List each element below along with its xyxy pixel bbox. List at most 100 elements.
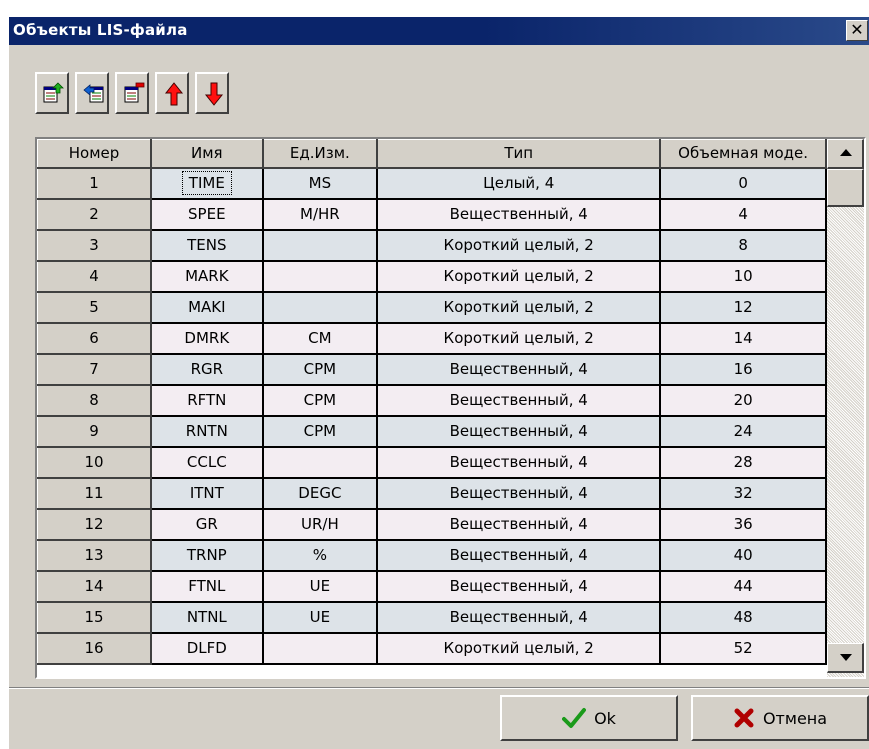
cell-volume-model[interactable]: 28	[660, 446, 827, 479]
cell-unit[interactable]: DEGC	[262, 477, 379, 510]
cell-number[interactable]: 11	[37, 477, 153, 510]
add-object-button[interactable]	[35, 72, 69, 114]
table-row[interactable]: 2 SPEE M/HR Вещественный, 4 4	[37, 198, 827, 231]
cell-number[interactable]: 15	[37, 601, 153, 634]
objects-grid[interactable]: Номер Имя Ед.Изм. Тип Объемная моде. 1 TI…	[35, 137, 866, 679]
cell-volume-model[interactable]: 0	[660, 167, 827, 200]
cell-type[interactable]: Вещественный, 4	[377, 353, 662, 386]
cell-number[interactable]: 1	[37, 167, 153, 200]
cell-unit[interactable]: UE	[262, 570, 379, 603]
cell-unit[interactable]	[262, 260, 379, 293]
cell-number[interactable]: 6	[37, 322, 153, 355]
cell-type[interactable]: Короткий целый, 2	[377, 260, 662, 293]
cell-unit[interactable]: UE	[262, 601, 379, 634]
cell-volume-model[interactable]: 36	[660, 508, 827, 541]
cell-volume-model[interactable]: 48	[660, 601, 827, 634]
table-row[interactable]: 15 NTNL UE Вещественный, 4 48	[37, 601, 827, 634]
table-row[interactable]: 16 DLFD Короткий целый, 2 52	[37, 632, 827, 665]
table-row[interactable]: 9 RNTN CPM Вещественный, 4 24	[37, 415, 827, 448]
title-bar[interactable]: Объекты LIS-файла ✕	[9, 17, 869, 45]
cell-number[interactable]: 12	[37, 508, 153, 541]
cell-unit[interactable]: M/HR	[262, 198, 379, 231]
cell-name[interactable]: MARK	[151, 260, 264, 293]
cell-type[interactable]: Вещественный, 4	[377, 601, 662, 634]
column-header-name[interactable]: Имя	[150, 139, 264, 169]
cell-unit[interactable]: CM	[262, 322, 379, 355]
cell-volume-model[interactable]: 8	[660, 229, 827, 262]
close-button[interactable]: ✕	[846, 20, 868, 41]
cell-name[interactable]: TENS	[151, 229, 264, 262]
cell-type[interactable]: Короткий целый, 2	[377, 322, 662, 355]
cell-volume-model[interactable]: 14	[660, 322, 827, 355]
cell-name[interactable]: RNTN	[151, 415, 264, 448]
scroll-thumb[interactable]	[827, 169, 864, 207]
table-row[interactable]: 1 TIME MS Целый, 4 0	[37, 167, 827, 200]
cell-unit[interactable]: %	[262, 539, 379, 572]
cell-volume-model[interactable]: 20	[660, 384, 827, 417]
cell-volume-model[interactable]: 44	[660, 570, 827, 603]
vertical-scrollbar[interactable]	[827, 139, 864, 677]
cell-name[interactable]: DMRK	[151, 322, 264, 355]
copy-object-button[interactable]	[75, 72, 109, 114]
table-row[interactable]: 7 RGR CPM Вещественный, 4 16	[37, 353, 827, 386]
table-row[interactable]: 4 MARK Короткий целый, 2 10	[37, 260, 827, 293]
cell-type[interactable]: Вещественный, 4	[377, 384, 662, 417]
cell-volume-model[interactable]: 12	[660, 291, 827, 324]
cell-unit[interactable]	[262, 632, 379, 665]
cell-unit[interactable]: CPM	[262, 415, 379, 448]
cell-name[interactable]: ITNT	[151, 477, 264, 510]
cell-name[interactable]: CCLC	[151, 446, 264, 479]
delete-object-button[interactable]	[115, 72, 149, 114]
cell-type[interactable]: Вещественный, 4	[377, 508, 662, 541]
cell-name[interactable]: RGR	[151, 353, 264, 386]
cell-unit[interactable]	[262, 291, 379, 324]
table-row[interactable]: 13 TRNP% Вещественный, 4 40	[37, 539, 827, 572]
cell-number[interactable]: 5	[37, 291, 153, 324]
cell-number[interactable]: 10	[37, 446, 153, 479]
cell-volume-model[interactable]: 4	[660, 198, 827, 231]
cell-name[interactable]: DLFD	[151, 632, 264, 665]
cell-number[interactable]: 2	[37, 198, 153, 231]
cell-type[interactable]: Вещественный, 4	[377, 477, 662, 510]
table-row[interactable]: 12 GR UR/H Вещественный, 4 36	[37, 508, 827, 541]
table-row[interactable]: 6 DMRK CM Короткий целый, 2 14	[37, 322, 827, 355]
cell-name[interactable]: TRNP	[151, 539, 264, 572]
cell-number[interactable]: 7	[37, 353, 153, 386]
scroll-down-button[interactable]	[827, 643, 864, 673]
cell-number[interactable]: 8	[37, 384, 153, 417]
move-up-button[interactable]	[155, 72, 189, 114]
cell-number[interactable]: 3	[37, 229, 153, 262]
cancel-button[interactable]: Отмена	[691, 695, 869, 741]
ok-button[interactable]: Ok	[500, 695, 678, 741]
cell-type[interactable]: Вещественный, 4	[377, 415, 662, 448]
cell-unit[interactable]: UR/H	[262, 508, 379, 541]
cell-name[interactable]: NTNL	[151, 601, 264, 634]
cell-number[interactable]: 14	[37, 570, 153, 603]
table-row[interactable]: 11 ITNT DEGC Вещественный, 4 32	[37, 477, 827, 510]
table-row[interactable]: 3 TENS Короткий целый, 2 8	[37, 229, 827, 262]
cell-type[interactable]: Вещественный, 4	[377, 539, 662, 572]
cell-volume-model[interactable]: 10	[660, 260, 827, 293]
cell-number[interactable]: 16	[37, 632, 153, 665]
cell-volume-model[interactable]: 52	[660, 632, 827, 665]
scroll-up-button[interactable]	[827, 139, 864, 169]
cell-volume-model[interactable]: 40	[660, 539, 827, 572]
cell-number[interactable]: 13	[37, 539, 153, 572]
cell-type[interactable]: Вещественный, 4	[377, 570, 662, 603]
table-row[interactable]: 8 RFTN CPM Вещественный, 4 20	[37, 384, 827, 417]
table-row[interactable]: 14 FTNL UE Вещественный, 4 44	[37, 570, 827, 603]
cell-unit[interactable]: CPM	[262, 384, 379, 417]
cell-type[interactable]: Вещественный, 4	[377, 446, 662, 479]
cell-volume-model[interactable]: 32	[660, 477, 827, 510]
cell-name[interactable]: SPEE	[151, 198, 264, 231]
column-header-volume-model[interactable]: Объемная моде.	[659, 139, 827, 169]
cell-name[interactable]: GR	[151, 508, 264, 541]
cell-unit[interactable]: CPM	[262, 353, 379, 386]
cell-name[interactable]: FTNL	[151, 570, 264, 603]
cell-name[interactable]: RFTN	[151, 384, 264, 417]
cell-type[interactable]: Короткий целый, 2	[377, 632, 662, 665]
cell-type[interactable]: Вещественный, 4	[377, 198, 662, 231]
table-row[interactable]: 10 CCLC Вещественный, 4 28	[37, 446, 827, 479]
cell-name[interactable]: MAKI	[151, 291, 264, 324]
table-row[interactable]: 5 MAKI Короткий целый, 2 12	[37, 291, 827, 324]
